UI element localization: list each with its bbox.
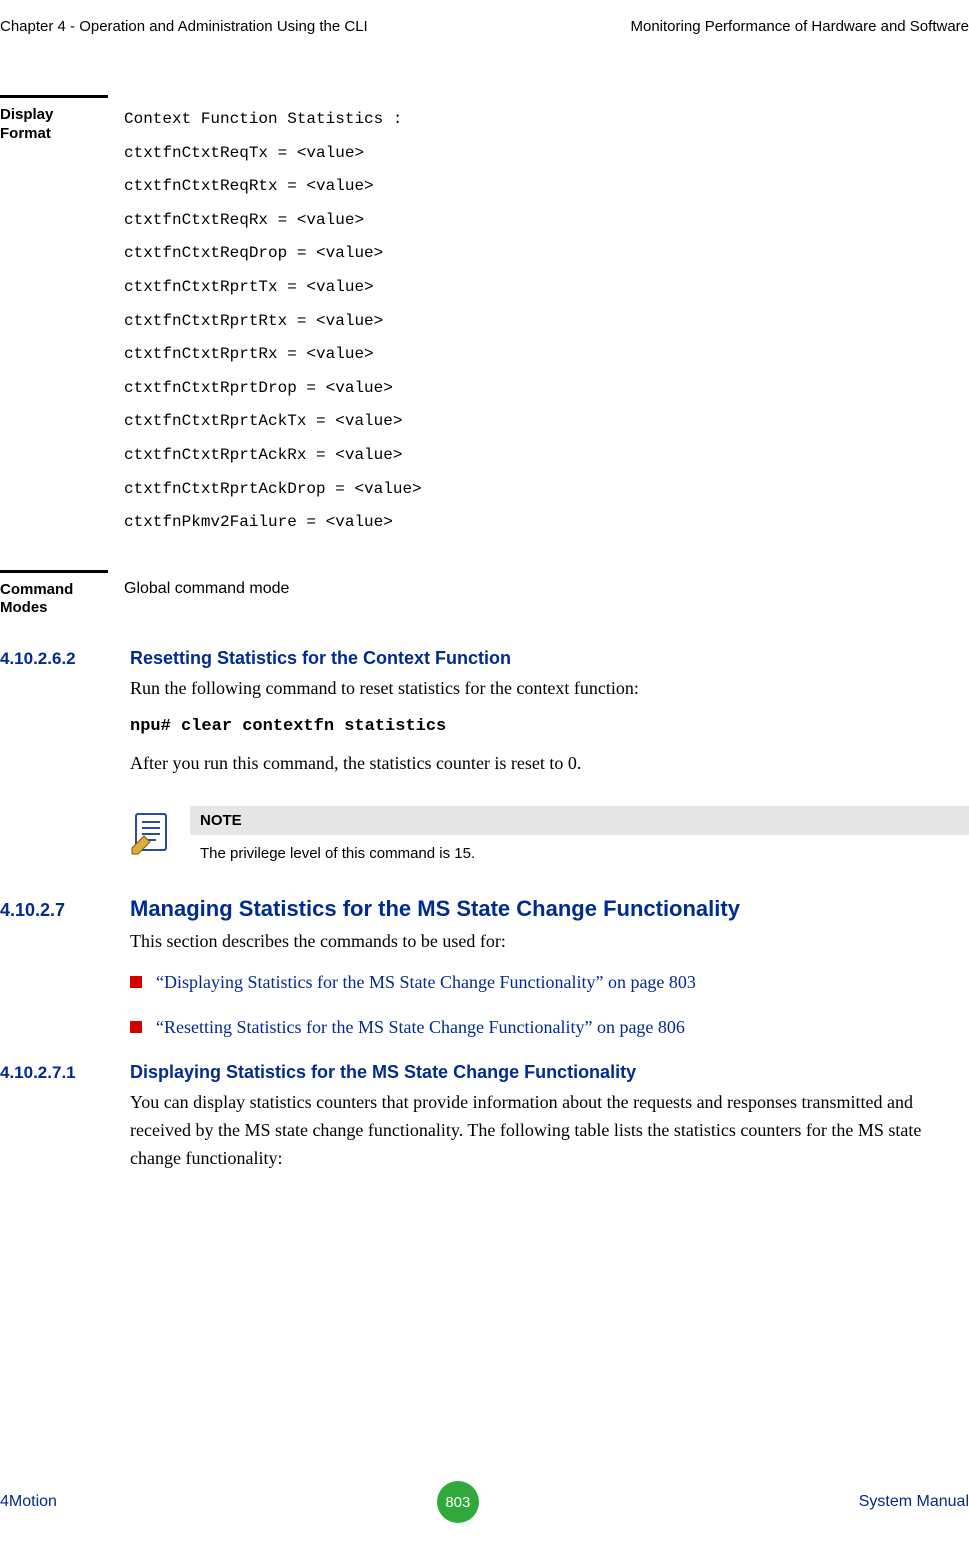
- section-number: 4.10.2.7: [0, 900, 108, 921]
- note-text: The privilege level of this command is 1…: [190, 835, 969, 868]
- bullet-icon: [130, 1021, 142, 1033]
- section-4-10-2-6-2: 4.10.2.6.2 Resetting Statistics for the …: [0, 648, 969, 778]
- command-modes-value: Global command mode: [124, 570, 969, 619]
- header-section: Monitoring Performance of Hardware and S…: [631, 18, 969, 35]
- display-format-value: Context Function Statistics : ctxtfnCtxt…: [124, 95, 969, 540]
- note-label: NOTE: [190, 806, 969, 835]
- list-item: “Resetting Statistics for the MS State C…: [130, 1015, 969, 1040]
- xref-link[interactable]: “Displaying Statistics for the MS State …: [156, 970, 696, 995]
- section-title: Managing Statistics for the MS State Cha…: [130, 896, 740, 922]
- heading-4-10-2-7-1: 4.10.2.7.1 Displaying Statistics for the…: [0, 1062, 969, 1083]
- display-format-label: Display Format: [0, 95, 108, 540]
- section-title: Displaying Statistics for the MS State C…: [130, 1062, 636, 1083]
- note-content: NOTE The privilege level of this command…: [190, 806, 969, 868]
- page-content: Display Format Context Function Statisti…: [0, 35, 969, 1173]
- heading-4-10-2-7: 4.10.2.7 Managing Statistics for the MS …: [0, 896, 969, 922]
- section-number: 4.10.2.6.2: [0, 649, 108, 669]
- section-title: Resetting Statistics for the Context Fun…: [130, 648, 511, 669]
- section-body: You can display statistics counters that…: [130, 1089, 969, 1173]
- page-footer: 4Motion 803 System Manual: [0, 1481, 969, 1523]
- display-format-block: Display Format Context Function Statisti…: [0, 95, 969, 540]
- command-modes-block: Command Modes Global command mode: [0, 570, 969, 619]
- command-modes-label: Command Modes: [0, 570, 108, 619]
- section-intro: This section describes the commands to b…: [130, 928, 969, 956]
- footer-right: System Manual: [859, 1493, 969, 1511]
- section-4-10-2-7: 4.10.2.7 Managing Statistics for the MS …: [0, 896, 969, 1040]
- page-header: Chapter 4 - Operation and Administration…: [0, 0, 969, 35]
- list-item: “Displaying Statistics for the MS State …: [130, 970, 969, 995]
- section-intro: Run the following command to reset stati…: [130, 675, 969, 703]
- section-4-10-2-7-1: 4.10.2.7.1 Displaying Statistics for the…: [0, 1062, 969, 1173]
- note-box: NOTE The privilege level of this command…: [130, 806, 969, 868]
- xref-link[interactable]: “Resetting Statistics for the MS State C…: [156, 1015, 685, 1040]
- header-chapter: Chapter 4 - Operation and Administration…: [0, 18, 368, 35]
- heading-4-10-2-6-2: 4.10.2.6.2 Resetting Statistics for the …: [0, 648, 969, 669]
- section-number: 4.10.2.7.1: [0, 1063, 108, 1083]
- section-after: After you run this command, the statisti…: [130, 750, 969, 778]
- note-icon: [130, 810, 172, 856]
- footer-left: 4Motion: [0, 1493, 57, 1511]
- bullet-icon: [130, 976, 142, 988]
- page-number-badge: 803: [437, 1481, 479, 1523]
- command-code: npu# clear contextfn statistics: [130, 717, 969, 736]
